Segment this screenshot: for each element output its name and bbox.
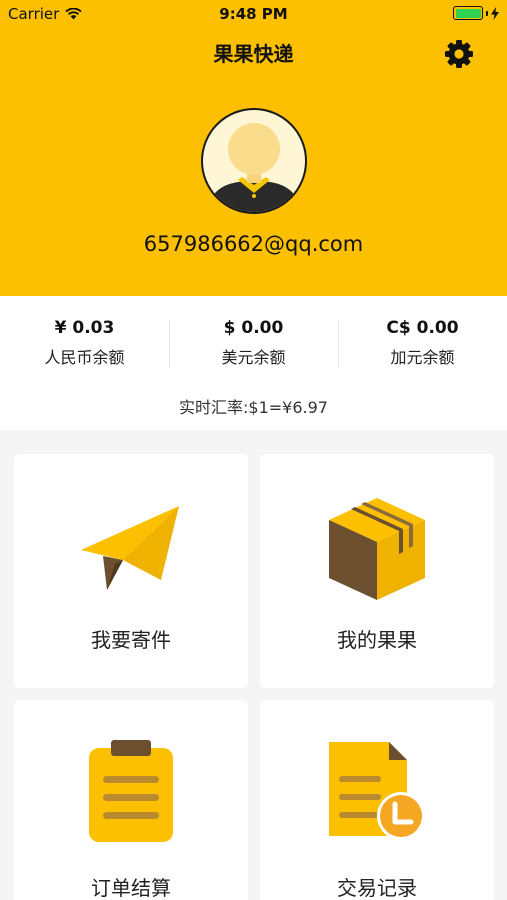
- menu-grid: 我要寄件 我的果果 订单结算 交易记录: [0, 430, 507, 900]
- balance-cny: ¥ 0.03 人民币余额: [0, 318, 169, 368]
- balance-label: 加元余额: [390, 348, 455, 367]
- my-packages-button[interactable]: 我的果果: [260, 454, 494, 688]
- status-time: 9:48 PM: [219, 5, 288, 23]
- balance-amount: ¥ 0.03: [54, 318, 115, 338]
- clipboard-icon: [89, 740, 173, 842]
- avatar[interactable]: [200, 107, 308, 215]
- card-label: 我要寄件: [91, 628, 171, 652]
- balance-label: 美元余额: [221, 348, 286, 367]
- transaction-records-button[interactable]: 交易记录: [260, 700, 494, 900]
- exchange-rate: 实时汇率:$1=¥6.97: [179, 398, 328, 417]
- send-package-button[interactable]: 我要寄件: [14, 454, 248, 688]
- balance-cad: C$ 0.00 加元余额: [338, 318, 507, 368]
- balance-amount: $ 0.00: [223, 318, 284, 338]
- card-label: 我的果果: [337, 628, 417, 652]
- balance-panel: ¥ 0.03 人民币余额 $ 0.00 美元余额 C$ 0.00 加元余额 实时…: [0, 296, 507, 430]
- card-label: 订单结算: [91, 876, 171, 900]
- gear-icon[interactable]: [443, 38, 475, 70]
- profile-header: Carrier 9:48 PM 果果快递 657986662@qq.com: [0, 0, 507, 296]
- page-title: 果果快递: [213, 42, 294, 66]
- package-box-icon: [329, 498, 425, 600]
- order-settlement-button[interactable]: 订单结算: [14, 700, 248, 900]
- battery-icon: [453, 6, 499, 20]
- balance-usd: $ 0.00 美元余额: [169, 318, 338, 368]
- paper-plane-icon: [81, 506, 179, 590]
- status-bar: Carrier 9:48 PM: [0, 0, 507, 28]
- balance-amount: C$ 0.00: [386, 318, 459, 338]
- document-clock-icon: [329, 742, 425, 840]
- user-email: 657986662@qq.com: [143, 232, 364, 256]
- balance-label: 人民币余额: [44, 348, 125, 367]
- card-label: 交易记录: [337, 876, 417, 900]
- charging-bolt-icon: [491, 6, 499, 20]
